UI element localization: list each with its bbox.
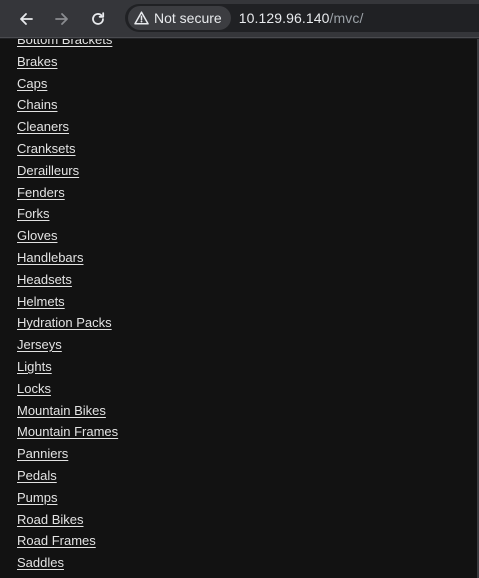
list-item: Handlebars [17, 247, 118, 269]
category-link[interactable]: Gloves [17, 228, 57, 243]
list-item: Cranksets [17, 138, 118, 160]
list-item: Locks [17, 378, 118, 400]
page-content: Bottom Brackets Brakes Caps Chains Cleaners C… [0, 39, 477, 578]
list-item: Hydration Packs [17, 312, 118, 334]
category-link[interactable]: Brakes [17, 54, 57, 69]
category-link[interactable]: Saddles [17, 555, 64, 570]
list-item: Fenders [17, 182, 118, 204]
url-text: 10.129.96.140/mvc/ [239, 10, 364, 26]
list-item: Brakes [17, 51, 118, 73]
category-link[interactable]: Pumps [17, 490, 57, 505]
list-item: Caps [17, 73, 118, 95]
category-link[interactable]: Panniers [17, 446, 68, 461]
list-item: Road Frames [17, 530, 118, 552]
category-link[interactable]: Forks [17, 206, 50, 221]
arrow-left-icon [20, 13, 33, 25]
list-item: Cleaners [17, 116, 118, 138]
category-link[interactable]: Mountain Frames [17, 424, 118, 439]
category-link[interactable]: Jerseys [17, 337, 62, 352]
category-link[interactable]: Locks [17, 381, 51, 396]
list-item: Lights [17, 356, 118, 378]
category-link[interactable]: Handlebars [17, 250, 84, 265]
category-link[interactable]: Hydration Packs [17, 315, 112, 330]
arrow-right-icon [55, 13, 68, 25]
category-link[interactable]: Mountain Bikes [17, 403, 106, 418]
category-link[interactable]: Cleaners [17, 119, 69, 134]
list-item: Chains [17, 94, 118, 116]
category-link[interactable]: Caps [17, 76, 47, 91]
browser-toolbar: Not secure 10.129.96.140/mvc/ [0, 0, 479, 38]
forward-button[interactable] [48, 5, 76, 33]
url-path: /mvc/ [329, 10, 364, 26]
list-item: Pedals [17, 465, 118, 487]
category-link[interactable]: Lights [17, 359, 52, 374]
list-item: Derailleurs [17, 160, 118, 182]
list-item: Headsets [17, 269, 118, 291]
list-item: Gloves [17, 225, 118, 247]
category-link[interactable]: Bottom Brackets [17, 39, 112, 47]
category-link[interactable]: Pedals [17, 468, 57, 483]
list-item: Mountain Bikes [17, 400, 118, 422]
url-host: 10.129.96.140 [238, 10, 330, 26]
back-button[interactable] [12, 5, 40, 33]
reload-button[interactable] [84, 5, 112, 33]
list-item: Panniers [17, 443, 118, 465]
category-link[interactable]: Derailleurs [17, 163, 79, 178]
address-bar[interactable]: Not secure 10.129.96.140/mvc/ [125, 4, 479, 32]
list-item: Road Bikes [17, 509, 118, 531]
security-label: Not secure [154, 10, 222, 26]
category-link[interactable]: Road Bikes [17, 512, 83, 527]
list-item: Helmets [17, 291, 118, 313]
list-item: Jerseys [17, 334, 118, 356]
category-link[interactable]: Fenders [17, 185, 65, 200]
list-item: Mountain Frames [17, 421, 118, 443]
reload-icon [92, 12, 105, 25]
category-link[interactable]: Chains [17, 97, 57, 112]
list-item: Saddles [17, 552, 118, 574]
security-indicator[interactable]: Not secure [128, 6, 231, 30]
list-item: Bottom Brackets [17, 39, 118, 51]
list-item: Forks [17, 203, 118, 225]
category-list: Bottom Brackets Brakes Caps Chains Cleaners C… [17, 39, 118, 574]
category-link[interactable]: Helmets [17, 294, 65, 309]
category-link[interactable]: Road Frames [17, 533, 96, 548]
category-link[interactable]: Cranksets [17, 141, 76, 156]
list-item: Pumps [17, 487, 118, 509]
category-link[interactable]: Headsets [17, 272, 72, 287]
warning-icon [134, 11, 149, 25]
